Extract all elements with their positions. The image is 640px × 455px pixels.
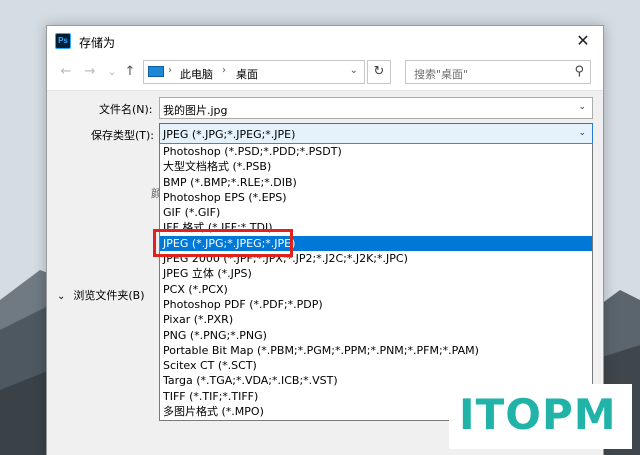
dropdown-option[interactable]: Pixar (*.PXR) bbox=[160, 312, 592, 327]
watermark: ITOPM bbox=[449, 384, 632, 449]
filetype-value: JPEG (*.JPG;*.JPEG;*.JPE) bbox=[163, 128, 296, 141]
filename-value: 我的图片.jpg bbox=[163, 104, 228, 117]
dropdown-option[interactable]: GIF (*.GIF) bbox=[160, 205, 592, 220]
dropdown-option[interactable]: PNG (*.PNG;*.PNG) bbox=[160, 328, 592, 343]
back-arrow-icon[interactable]: ← bbox=[57, 63, 75, 81]
search-placeholder: 搜索"桌面" bbox=[414, 68, 469, 81]
browse-folders-toggle[interactable]: ⌄ 浏览文件夹(B) bbox=[57, 287, 145, 303]
breadcrumb-this-pc[interactable]: 此电脑 bbox=[180, 66, 213, 82]
dropdown-option[interactable]: Photoshop (*.PSD;*.PDD;*.PSDT) bbox=[160, 144, 592, 159]
close-button[interactable]: ✕ bbox=[571, 30, 595, 52]
chevron-down-icon[interactable]: ⌄ bbox=[578, 102, 586, 112]
filename-label: 文件名(N): bbox=[99, 103, 153, 116]
red-highlight-annotation bbox=[153, 229, 293, 257]
title-bar: Ps 存储为 ✕ bbox=[47, 26, 603, 56]
refresh-button[interactable]: ↻ bbox=[367, 60, 391, 84]
dropdown-option[interactable]: Photoshop PDF (*.PDF;*.PDP) bbox=[160, 297, 592, 312]
dropdown-option[interactable]: Scitex CT (*.SCT) bbox=[160, 358, 592, 373]
address-dropdown-icon[interactable]: ⌄ bbox=[350, 65, 358, 76]
this-pc-icon bbox=[148, 66, 164, 77]
filetype-label: 保存类型(T): bbox=[91, 129, 155, 142]
chevron-down-icon[interactable]: ⌄ bbox=[578, 128, 586, 138]
filetype-select[interactable]: JPEG (*.JPG;*.JPEG;*.JPE) ⌄ bbox=[159, 123, 593, 145]
recent-locations-dropdown-icon[interactable]: ⌄ bbox=[103, 63, 121, 81]
up-arrow-icon[interactable]: ↑ bbox=[121, 63, 139, 81]
dropdown-option[interactable]: Portable Bit Map (*.PBM;*.PGM;*.PPM;*.PN… bbox=[160, 343, 592, 358]
breadcrumb-separator: › bbox=[168, 65, 172, 76]
search-icon: ⚲ bbox=[574, 64, 584, 79]
browse-folders-label: 浏览文件夹(B) bbox=[73, 289, 145, 302]
dropdown-option[interactable]: 大型文档格式 (*.PSB) bbox=[160, 159, 592, 174]
dropdown-option[interactable]: PCX (*.PCX) bbox=[160, 282, 592, 297]
address-bar[interactable]: › 此电脑 › 桌面 ⌄ bbox=[143, 60, 365, 84]
search-input[interactable]: 搜索"桌面" ⚲ bbox=[405, 60, 591, 84]
filetype-dropdown-list[interactable]: Photoshop (*.PSD;*.PDD;*.PSDT) 大型文档格式 (*.… bbox=[159, 143, 593, 421]
breadcrumb-desktop[interactable]: 桌面 bbox=[236, 66, 258, 82]
dropdown-option[interactable]: JPEG 立体 (*.JPS) bbox=[160, 266, 592, 281]
navigation-bar: ← → ⌄ ↑ › 此电脑 › 桌面 ⌄ ↻ 搜索"桌面" ⚲ bbox=[47, 56, 603, 90]
dropdown-option[interactable]: Photoshop EPS (*.EPS) bbox=[160, 190, 592, 205]
breadcrumb-separator: › bbox=[222, 65, 226, 76]
forward-arrow-icon[interactable]: → bbox=[81, 63, 99, 81]
dropdown-option[interactable]: BMP (*.BMP;*.RLE;*.DIB) bbox=[160, 175, 592, 190]
watermark-text: ITOPM bbox=[459, 390, 617, 439]
dialog-title: 存储为 bbox=[79, 36, 116, 50]
chevron-down-icon: ⌄ bbox=[57, 291, 66, 302]
photoshop-app-icon: Ps bbox=[55, 33, 71, 49]
filename-field[interactable]: 我的图片.jpg ⌄ bbox=[159, 97, 593, 119]
